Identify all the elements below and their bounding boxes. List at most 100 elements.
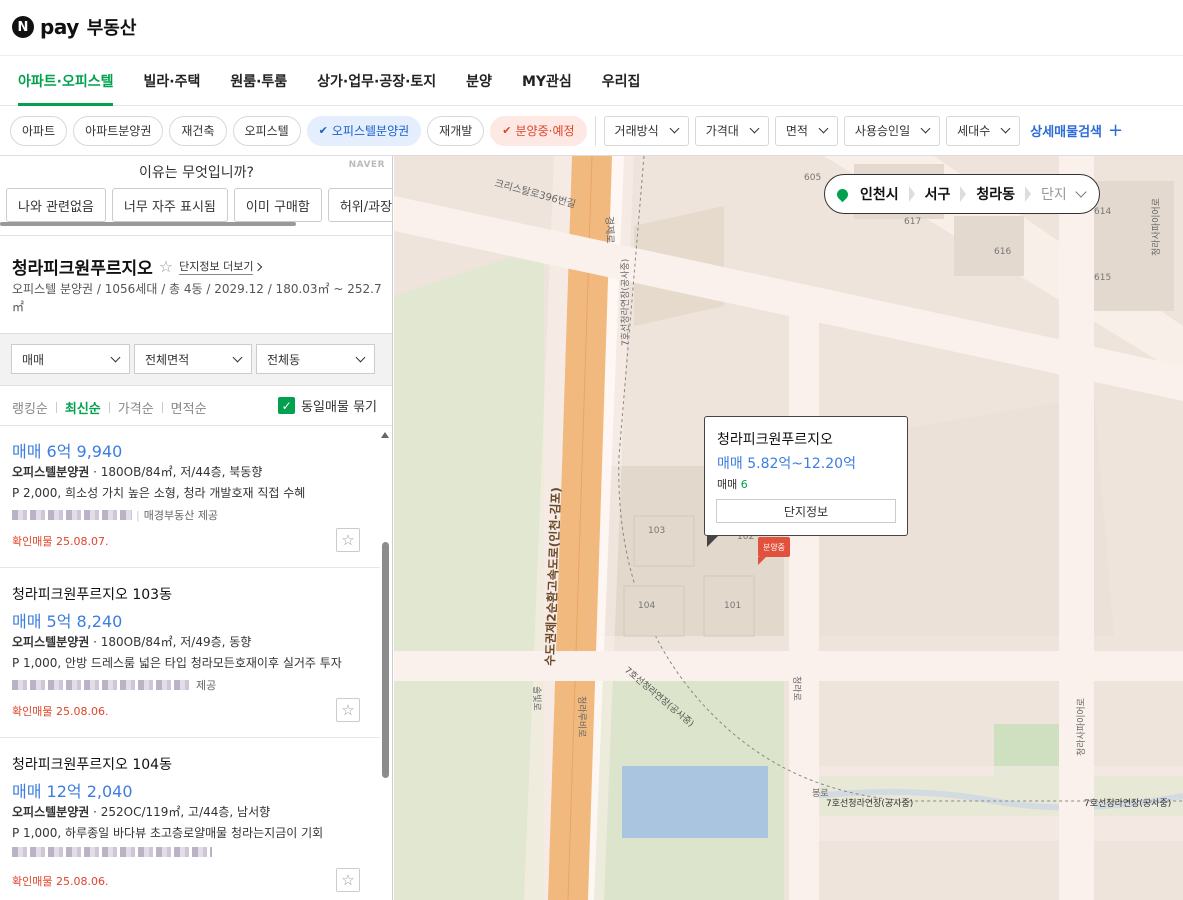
survey-question: 이유는 무엇입니까? <box>139 165 254 181</box>
chip-apartment-presale-right[interactable]: 아파트분양권 <box>73 115 164 146</box>
agent-provider: 매경부동산 제공 <box>143 509 219 522</box>
dropdown-label: 면적 <box>785 124 808 138</box>
select-label: 매매 <box>22 352 45 367</box>
advanced-search-button[interactable]: 상세매물검색 + <box>1030 120 1123 141</box>
road-label: 솔빛로 <box>531 686 542 711</box>
chip-selling-upcoming[interactable]: ✔ 분양중·예정 <box>490 115 587 146</box>
building-label: 615 <box>1094 273 1111 283</box>
checkbox-checked-icon[interactable]: ✓ <box>278 397 296 414</box>
masked-agent-name <box>12 510 132 520</box>
building-label: 103 <box>648 526 665 536</box>
chevron-down-icon <box>818 123 829 134</box>
building-label: 101 <box>724 601 741 611</box>
location-dong[interactable]: 청라동 <box>972 184 1025 204</box>
listing-detail: · 252OC/119㎡, 고/44층, 남서향 <box>89 805 271 819</box>
favorite-star-icon[interactable]: ☆ <box>336 868 360 892</box>
dropdown-label: 세대수 <box>957 124 991 138</box>
sort-ranking[interactable]: 랭킹순 <box>12 398 48 417</box>
dropdown-approval-date[interactable]: 사용승인일 <box>843 115 941 146</box>
sort-latest[interactable]: 최신순 <box>65 398 101 417</box>
favorite-star-icon[interactable]: ☆ <box>336 528 360 552</box>
complex-info-button[interactable]: 단지정보 <box>716 499 896 523</box>
road-label: 청라사파이어로 <box>1076 698 1087 756</box>
chip-label: 오피스텔분양권 <box>331 124 410 138</box>
popup-count: 매매 6 <box>717 476 748 492</box>
tab-villa-house[interactable]: 빌라·주택 <box>128 56 215 106</box>
complex-popup: 청라피크원푸르지오 매매 5.82억~12.20억 매매 6 단지정보 <box>704 416 908 547</box>
location-district[interactable]: 서구 <box>921 184 961 204</box>
tab-oneroom-tworoom[interactable]: 원룸·투룸 <box>215 56 302 106</box>
location-city[interactable]: 인천시 <box>856 184 909 204</box>
rail-label: 7호선청라연장(공사중) <box>826 798 913 809</box>
tab-my-favorites[interactable]: MY관심 <box>507 56 587 106</box>
selling-marker[interactable]: 분양중 <box>758 537 790 565</box>
building-label: 605 <box>804 173 821 183</box>
vertical-scrollbar[interactable] <box>381 432 390 898</box>
breadcrumb-separator-icon <box>908 186 915 202</box>
divider <box>161 402 163 413</box>
chip-officetel-presale-right[interactable]: ✔ 오피스텔분양권 <box>306 115 422 146</box>
listing-type: 오피스텔분양권 <box>12 465 90 479</box>
select-trade[interactable]: 매매 <box>11 344 130 374</box>
scroll-thumb[interactable] <box>382 542 389 778</box>
survey-option-already-bought[interactable]: 이미 구매함 <box>233 188 322 222</box>
survey-options: 나와 관련없음 너무 자주 표시됨 이미 구매함 허위/과장 <box>6 188 392 222</box>
sort-area[interactable]: 면적순 <box>171 398 207 417</box>
divider <box>108 402 110 413</box>
chip-apartment[interactable]: 아파트 <box>10 115 68 146</box>
map-view[interactable]: 크리스탈로396번길 경제로 7호선청라연장(공사중) 수도권제2순환고속도로(… <box>394 156 1183 900</box>
survey-option-too-frequent[interactable]: 너무 자주 표시됨 <box>111 188 228 222</box>
sort-bar: 랭킹순 최신순 가격순 면적순 ✓ 동일매물 묶기 <box>0 386 392 426</box>
verified-badge: 확인매물 25.08.06. <box>12 875 109 888</box>
dropdown-households[interactable]: 세대수 <box>946 115 1021 146</box>
survey-option-unrelated[interactable]: 나와 관련없음 <box>6 188 106 222</box>
listing-item[interactable]: 매매 6억 9,940 오피스텔분양권 · 180OB/84㎡, 저/44층, … <box>0 426 380 568</box>
favorite-star-icon[interactable]: ☆ <box>336 698 360 722</box>
verified-badge: 확인매물 25.08.07. <box>12 535 109 548</box>
building-label: 104 <box>638 601 655 611</box>
road-label: 청라루비로 <box>576 696 587 737</box>
location-complex[interactable]: 단지 <box>1037 184 1073 204</box>
masked-agent-name <box>12 847 212 857</box>
chevron-down-icon[interactable] <box>1075 185 1087 198</box>
road-label: 청라로 <box>791 676 802 701</box>
complex-info-more-link[interactable]: 단지정보 더보기 <box>179 258 254 275</box>
listing-spec: 오피스텔분양권 · 252OC/119㎡, 고/44층, 남서향 <box>12 803 270 820</box>
dropdown-trade-type[interactable]: 거래방식 <box>603 115 689 146</box>
chip-redevelopment[interactable]: 재개발 <box>427 115 485 146</box>
brand-logo[interactable]: N pay 부동산 <box>12 12 136 42</box>
scroll-up-arrow-icon[interactable] <box>381 432 389 438</box>
chip-reconstruction[interactable]: 재건축 <box>169 115 227 146</box>
listing-price: 매매 12억 2,040 <box>12 782 133 801</box>
survey-option-false-ad[interactable]: 허위/과장 <box>327 188 392 222</box>
chevron-down-icon <box>1000 123 1011 134</box>
tab-presale[interactable]: 분양 <box>451 56 507 106</box>
divider <box>55 402 57 413</box>
star-icon[interactable]: ☆ <box>159 257 173 276</box>
dropdown-price[interactable]: 가격대 <box>694 115 769 146</box>
check-icon: ✔ <box>502 124 512 137</box>
listing-item[interactable]: 청라피크원푸르지오 104동 매매 12억 2,040 오피스텔분양권 · 25… <box>0 738 380 900</box>
listing-item[interactable]: 청라피크원푸르지오 103동 매매 5억 8,240 오피스텔분양권 · 180… <box>0 568 380 738</box>
naver-label: NAVER <box>348 160 385 170</box>
popup-title[interactable]: 청라피크원푸르지오 <box>717 429 833 449</box>
tab-commercial[interactable]: 상가·업무·공장·토지 <box>302 56 451 106</box>
tab-apartment-officetel[interactable]: 아파트·오피스텔 <box>0 56 128 106</box>
complex-summary: 청라피크원푸르지오 ☆ 단지정보 더보기 오피스텔 분양권 / 1056세대 /… <box>0 236 392 334</box>
building-label: 617 <box>904 217 921 227</box>
verified-badge: 확인매물 25.08.06. <box>12 705 109 718</box>
select-area[interactable]: 전체면적 <box>134 344 252 374</box>
brand-name: 부동산 <box>86 18 137 39</box>
listing-spec: 오피스텔분양권 · 180OB/84㎡, 저/44층, 북동향 <box>12 463 262 480</box>
dropdown-area[interactable]: 면적 <box>774 115 838 146</box>
listing-panel: 이유는 무엇입니까? NAVER 나와 관련없음 너무 자주 표시됨 이미 구매… <box>0 156 393 900</box>
listing-price: 매매 5억 8,240 <box>12 612 123 631</box>
location-breadcrumb[interactable]: 인천시 서구 청라동 단지 <box>824 174 1100 214</box>
tab-my-home[interactable]: 우리집 <box>587 56 656 106</box>
chip-officetel[interactable]: 오피스텔 <box>232 115 301 146</box>
horizontal-scrollbar[interactable] <box>0 222 296 226</box>
rail-label: 7호선청라연장(공사중) <box>620 259 631 346</box>
sort-price[interactable]: 가격순 <box>118 398 154 417</box>
group-same-listings[interactable]: ✓ 동일매물 묶기 <box>278 396 377 415</box>
select-building[interactable]: 전체동 <box>256 344 375 374</box>
